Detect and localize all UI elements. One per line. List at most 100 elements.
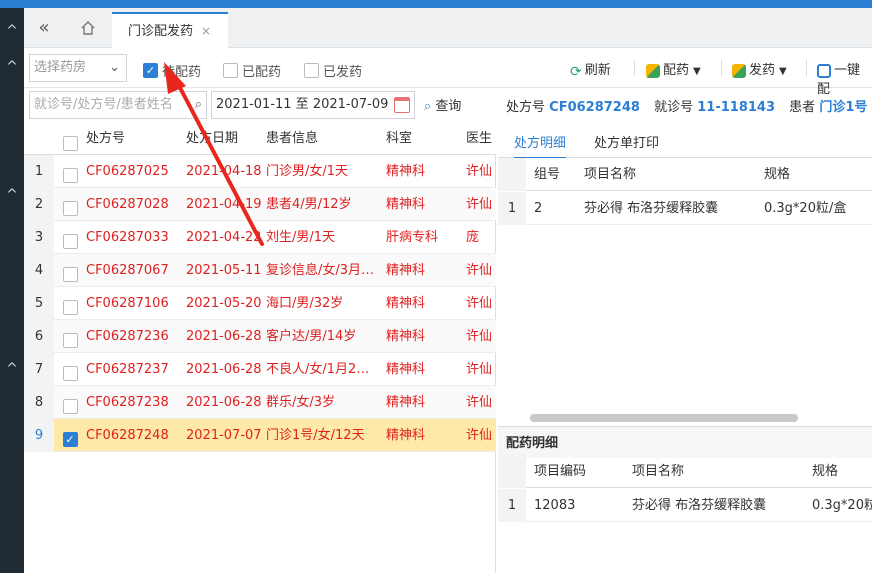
prescription-table: 处方号 处方日期 患者信息 科室 医生 1 CF06287025 2021-04-1… — [24, 122, 496, 573]
caret-down-icon: ▼ — [693, 66, 701, 77]
row-checkbox[interactable] — [62, 399, 78, 414]
double-chevron-left-icon[interactable]: « — [26, 8, 62, 48]
column-header[interactable]: 处方号 — [86, 122, 184, 155]
row-checkbox[interactable] — [62, 300, 78, 315]
dept-cell: 精神科 — [386, 263, 426, 278]
row-number: 7 — [24, 353, 54, 386]
column-header[interactable]: 项目名称 — [632, 455, 684, 488]
column-header[interactable]: 组号 — [534, 158, 560, 191]
row-checkbox[interactable] — [62, 366, 78, 381]
table-row[interactable]: 9 ✓ CF06287248 2021-07-07 门诊1号/女/12天 精神科 许仙 — [24, 419, 496, 452]
row-checkbox[interactable] — [62, 333, 78, 348]
row-number: 8 — [24, 386, 54, 419]
group-cell: 2 — [534, 201, 543, 216]
patient-info-cell: 不良人/女/1月2… — [266, 362, 370, 377]
pharmacy-select[interactable]: 选择药房 ⌄ — [29, 54, 127, 82]
home-icon[interactable] — [70, 8, 106, 48]
column-header[interactable]: 医生 — [466, 122, 496, 155]
row-checkbox[interactable] — [62, 168, 78, 183]
prepare-label: 配药 — [663, 63, 690, 78]
refresh-label: 刷新 — [584, 63, 611, 78]
checkbox-pending[interactable]: ✓ — [143, 63, 158, 78]
filter-prepared[interactable]: 已配药 — [223, 61, 281, 80]
sidebar-chevron-icon[interactable]: ^ — [0, 46, 24, 88]
row-number: 1 — [498, 192, 526, 225]
capsule-icon — [646, 63, 660, 78]
table-row[interactable]: 8 CF06287238 2021-06-28 群乐/女/3岁 精神科 许仙 — [24, 386, 496, 419]
table-row[interactable]: 1 CF06287025 2021-04-18 门诊男/女/1天 精神科 许仙 — [24, 155, 496, 188]
refresh-icon: ⟳ — [570, 63, 582, 80]
patient-info-cell: 门诊男/女/1天 — [266, 164, 349, 179]
row-number: 2 — [24, 188, 54, 221]
column-header[interactable]: 处方日期 — [186, 122, 266, 155]
left-sidebar: ^ ^ ^ ^ — [0, 8, 24, 573]
patient-info-cell: 海口/男/32岁 — [266, 296, 344, 311]
checkbox-dispensed[interactable] — [304, 63, 319, 78]
rx-number-cell: CF06287248 — [86, 428, 169, 443]
select-all-checkbox[interactable] — [62, 135, 78, 151]
table-row[interactable]: 3 CF06287033 2021-04-22 刘生/男/1天 肝病专科 庞 — [24, 221, 496, 254]
dept-cell: 精神科 — [386, 164, 426, 179]
rx-date-cell: 2021-05-11 — [186, 263, 262, 278]
table-row[interactable]: 6 CF06287236 2021-06-28 客户达/男/14岁 精神科 许仙 — [24, 320, 496, 353]
divider — [721, 60, 722, 76]
rx-number-cell: CF06287033 — [86, 230, 169, 245]
patient-info-cell: 患者4/男/12岁 — [266, 197, 352, 212]
row-number-header — [498, 158, 526, 191]
dept-cell: 精神科 — [386, 197, 426, 212]
column-header[interactable]: 患者信息 — [266, 122, 384, 155]
tab-outpatient-dispense[interactable]: 门诊配发药 × — [112, 12, 228, 48]
doctor-cell: 庞 — [466, 230, 480, 245]
divider — [806, 60, 807, 76]
rx-number-cell: CF06287106 — [86, 296, 169, 311]
date-range-value: 2021-01-11 至 2021-07-09 — [216, 97, 389, 112]
rx-table-row[interactable]: 1 2 芬必得 布洛芬缓释胶囊 0.3g*20粒/盒 — [498, 192, 872, 225]
rx-label: 处方号 — [506, 100, 546, 115]
visit-label: 就诊号 — [654, 100, 694, 115]
rx-number-cell: CF06287236 — [86, 329, 169, 344]
rx-info: 处方号 CF06287248 就诊号 11-118143 患者 门诊1号 女 — [506, 96, 872, 115]
rx-date-cell: 2021-04-19 — [186, 197, 262, 212]
tab-rx-detail[interactable]: 处方明细 — [514, 132, 567, 159]
row-checkbox[interactable] — [62, 234, 78, 249]
table-row[interactable]: 7 CF06287237 2021-06-28 不良人/女/1月2… 精神科 许仙 — [24, 353, 496, 386]
date-range-input[interactable]: 2021-01-11 至 2021-07-09 — [211, 91, 415, 119]
row-number: 4 — [24, 254, 54, 287]
refresh-button[interactable]: ⟳ 刷新 — [570, 59, 611, 80]
doctor-cell: 许仙 — [466, 263, 493, 278]
column-header[interactable]: 项目名称 — [584, 158, 636, 191]
sidebar-chevron-icon[interactable]: ^ — [0, 348, 24, 390]
disp-table-row[interactable]: 1 12083 芬必得 布洛芬缓释胶囊 0.3g*20粒 — [498, 489, 872, 522]
row-checkbox[interactable] — [62, 267, 78, 282]
filter-label: 待配药 — [162, 65, 202, 80]
rx-date-cell: 2021-05-20 — [186, 296, 262, 311]
patient-info-cell: 客户达/男/14岁 — [266, 329, 357, 344]
table-row[interactable]: 2 CF06287028 2021-04-19 患者4/男/12岁 精神科 许仙 — [24, 188, 496, 221]
patient-value: 门诊1号 女 — [819, 100, 872, 115]
table-row[interactable]: 4 CF06287067 2021-05-11 复诊信息/女/3月… 精神科 许仙 — [24, 254, 496, 287]
column-header[interactable]: 科室 — [386, 122, 464, 155]
search-input[interactable]: 就诊号/处方号/患者姓名 ⌕ — [29, 91, 207, 119]
query-button[interactable]: ⌕ 查询 — [424, 95, 461, 114]
horizontal-scrollbar[interactable] — [530, 414, 798, 422]
toolbar: 选择药房 ⌄ ✓ 待配药 已配药 已发药 ⟳ 刷新 配药 ▼ 发药 ▼ 一键配 — [24, 48, 872, 97]
row-checkbox[interactable]: ✓ — [62, 432, 78, 447]
table-row[interactable]: 5 CF06287106 2021-05-20 海口/男/32岁 精神科 许仙 — [24, 287, 496, 320]
rx-date-cell: 2021-04-18 — [186, 164, 262, 179]
filter-pending[interactable]: ✓ 待配药 — [143, 61, 201, 80]
filter-label: 已发药 — [323, 65, 363, 80]
dept-cell: 精神科 — [386, 362, 426, 377]
rx-date-cell: 2021-06-28 — [186, 329, 262, 344]
row-checkbox[interactable] — [62, 201, 78, 216]
column-header[interactable]: 规格 — [764, 158, 790, 191]
dispense-button[interactable]: 发药 ▼ — [732, 59, 787, 78]
checkbox-prepared[interactable] — [223, 63, 238, 78]
tab-rx-print[interactable]: 处方单打印 — [594, 132, 659, 151]
column-header[interactable]: 项目编码 — [534, 455, 586, 488]
prepare-button[interactable]: 配药 ▼ — [646, 59, 701, 78]
column-header[interactable]: 规格 — [812, 455, 838, 488]
close-icon[interactable]: × — [201, 24, 211, 38]
filter-dispensed[interactable]: 已发药 — [304, 61, 362, 80]
code-cell: 12083 — [534, 498, 576, 513]
sidebar-chevron-icon[interactable]: ^ — [0, 174, 24, 216]
